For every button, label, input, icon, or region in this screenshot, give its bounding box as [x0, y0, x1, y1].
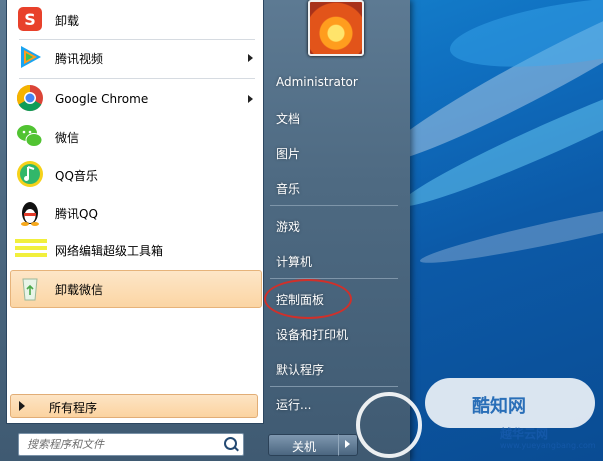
program-label: Google Chrome — [55, 92, 149, 106]
submenu-arrow-icon[interactable] — [248, 95, 253, 103]
link-run[interactable]: 运行... — [276, 396, 311, 413]
program-label: 网络编辑超级工具箱 — [55, 243, 164, 258]
link-games[interactable]: 游戏 — [276, 218, 300, 235]
sogou-uninstall-icon: S — [15, 4, 49, 36]
triangle-right-icon — [19, 401, 25, 411]
program-label: 腾讯视频 — [55, 51, 104, 66]
search-box[interactable] — [18, 433, 244, 456]
divider — [270, 278, 398, 279]
chrome-icon — [15, 83, 49, 115]
svg-text:S: S — [24, 10, 36, 29]
link-pictures[interactable]: 图片 — [276, 145, 300, 162]
link-default-programs[interactable]: 默认程序 — [276, 361, 324, 378]
wechat-icon — [15, 121, 49, 153]
program-item-uninstall-wechat[interactable]: 卸载微信 — [10, 270, 262, 308]
tencent-video-icon — [15, 42, 49, 74]
toolbox-icon — [15, 234, 49, 266]
watermark-brand: 酷知网 — [472, 396, 526, 417]
start-menu: S 卸载 腾讯视频 Google Chrome 微信 QQ音乐 腾讯QQ 网络编… — [0, 0, 410, 461]
shutdown-button[interactable]: 关机 — [268, 434, 340, 456]
program-item-chrome[interactable]: Google Chrome — [11, 81, 261, 117]
programs-pane: S 卸载 腾讯视频 Google Chrome 微信 QQ音乐 腾讯QQ 网络编… — [6, 0, 264, 424]
all-programs-label: 所有程序 — [49, 401, 98, 415]
program-label: 微信 — [55, 130, 80, 145]
program-item-toolbox[interactable]: 网络编辑超级工具箱 — [11, 232, 261, 268]
program-item-uninstall[interactable]: S 卸载 — [11, 2, 261, 38]
qq-penguin-icon — [15, 197, 49, 229]
program-label: 卸载 — [55, 13, 80, 28]
triangle-right-icon — [345, 440, 350, 448]
program-item-qq-music[interactable]: QQ音乐 — [11, 157, 261, 193]
search-icon[interactable] — [224, 437, 237, 450]
program-item-wechat[interactable]: 微信 — [11, 119, 261, 155]
shutdown-label: 关机 — [291, 440, 316, 454]
watermark-site-url: www.yueyangbang.com — [500, 441, 596, 450]
program-label: QQ音乐 — [55, 168, 98, 183]
link-computer[interactable]: 计算机 — [276, 253, 312, 270]
link-documents[interactable]: 文档 — [276, 110, 300, 127]
divider — [19, 78, 255, 79]
watermark-logo — [356, 392, 422, 458]
shutdown-options-button[interactable] — [338, 434, 358, 456]
program-item-qq[interactable]: 腾讯QQ — [11, 195, 261, 231]
program-item-tencent-video[interactable]: 腾讯视频 — [11, 40, 261, 76]
divider — [270, 386, 398, 387]
all-programs-button[interactable]: 所有程序 — [10, 394, 258, 418]
watermark-site-name: 越华云网 — [500, 427, 549, 441]
search-input[interactable] — [25, 436, 219, 453]
program-label: 卸载微信 — [55, 282, 104, 297]
wallpaper-beam — [417, 187, 603, 272]
highlight-circle-annotation — [264, 279, 352, 319]
user-avatar[interactable] — [308, 0, 364, 56]
link-devices-printers[interactable]: 设备和打印机 — [276, 326, 348, 343]
link-music[interactable]: 音乐 — [276, 180, 300, 197]
submenu-arrow-icon[interactable] — [248, 54, 253, 62]
divider — [270, 205, 398, 206]
program-label: 腾讯QQ — [55, 206, 98, 221]
qq-music-icon — [15, 159, 49, 191]
link-user-folder[interactable]: Administrator — [276, 75, 358, 89]
recycle-bin-icon — [15, 273, 49, 305]
